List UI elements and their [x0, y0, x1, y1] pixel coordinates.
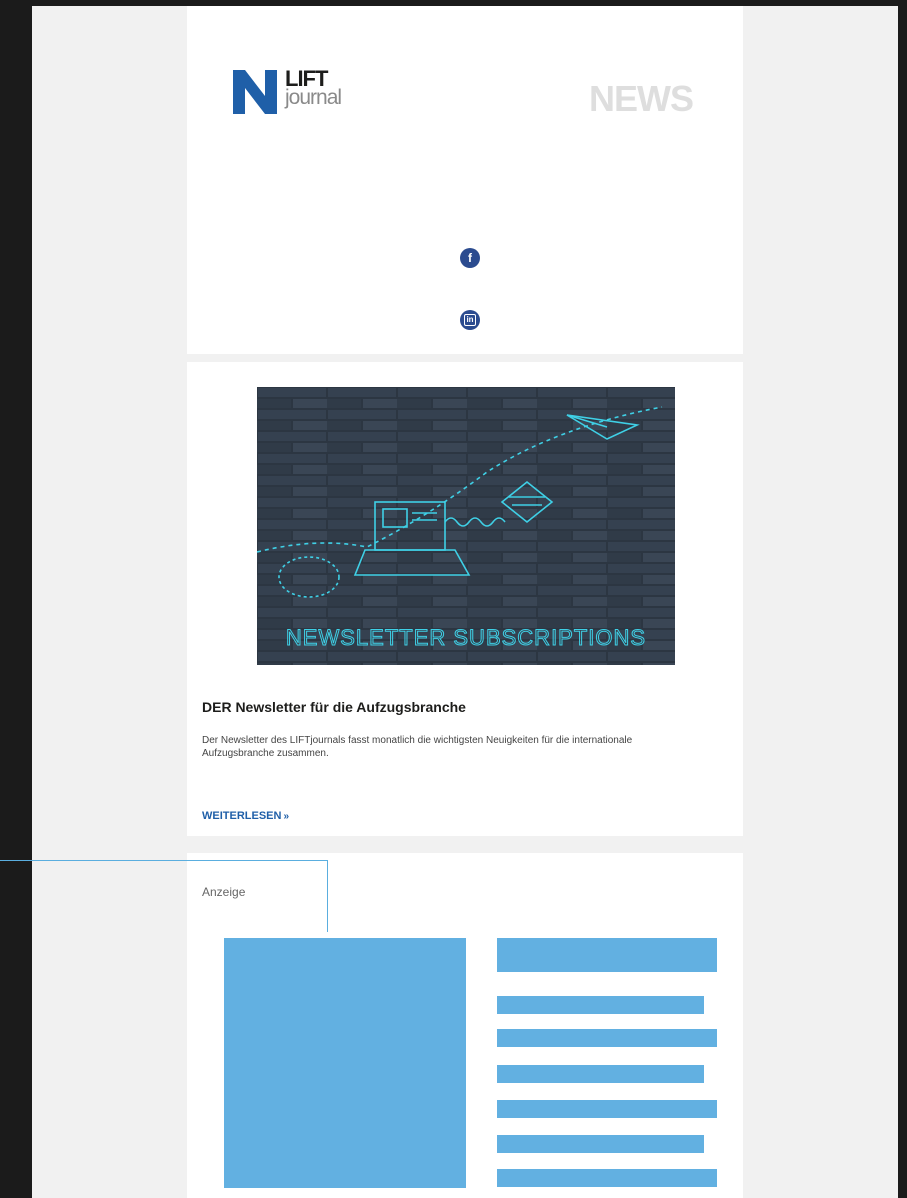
annotation-connector-line	[0, 860, 328, 861]
article-teaser: NEWSLETTER SUBSCRIPTIONS DER Newsletter …	[187, 362, 743, 836]
double-chevron-right-icon: »	[283, 811, 290, 822]
newsletter-illustration-icon: NEWSLETTER SUBSCRIPTIONS	[257, 387, 675, 665]
ad-text-line-placeholder	[497, 1029, 717, 1047]
article-title: DER Newsletter für die Aufzugsbranche	[202, 699, 466, 715]
article-hero-image[interactable]: NEWSLETTER SUBSCRIPTIONS	[257, 387, 675, 665]
read-more-label: WEITERLESEN	[202, 810, 282, 822]
linkedin-icon[interactable]: in	[460, 310, 480, 330]
facebook-icon[interactable]: f	[460, 248, 480, 268]
facebook-glyph: f	[468, 251, 472, 265]
article-summary: Der Newsletter des LIFTjournals fasst mo…	[202, 735, 633, 759]
ad-text-line-placeholder	[497, 1169, 717, 1187]
liftjournal-logo[interactable]: LIFT journal	[233, 66, 373, 116]
logo-text-journal: journal	[285, 86, 342, 109]
ad-image-placeholder[interactable]	[224, 938, 466, 1188]
ad-text-line-placeholder	[497, 1135, 704, 1153]
ad-text-line-placeholder	[497, 1065, 704, 1083]
ad-label: Anzeige	[202, 885, 246, 899]
hero-caption: NEWSLETTER SUBSCRIPTIONS	[286, 625, 646, 650]
logo-n-mark-icon	[233, 70, 277, 114]
annotation-connector-line	[327, 860, 328, 932]
read-more-link[interactable]: WEITERLESEN»	[202, 810, 289, 822]
email-preview-canvas: LIFT journal NEWS f in NEWSLETTER SUBSCR…	[32, 6, 898, 1198]
ad-headline-placeholder	[497, 938, 717, 972]
ad-slot: Anzeige	[187, 853, 743, 1198]
newsletter-header: LIFT journal NEWS f in	[187, 6, 743, 354]
news-heading: NEWS	[589, 78, 694, 119]
ad-text-line-placeholder	[497, 1100, 717, 1118]
linkedin-glyph: in	[464, 314, 476, 326]
ad-text-line-placeholder	[497, 996, 704, 1014]
